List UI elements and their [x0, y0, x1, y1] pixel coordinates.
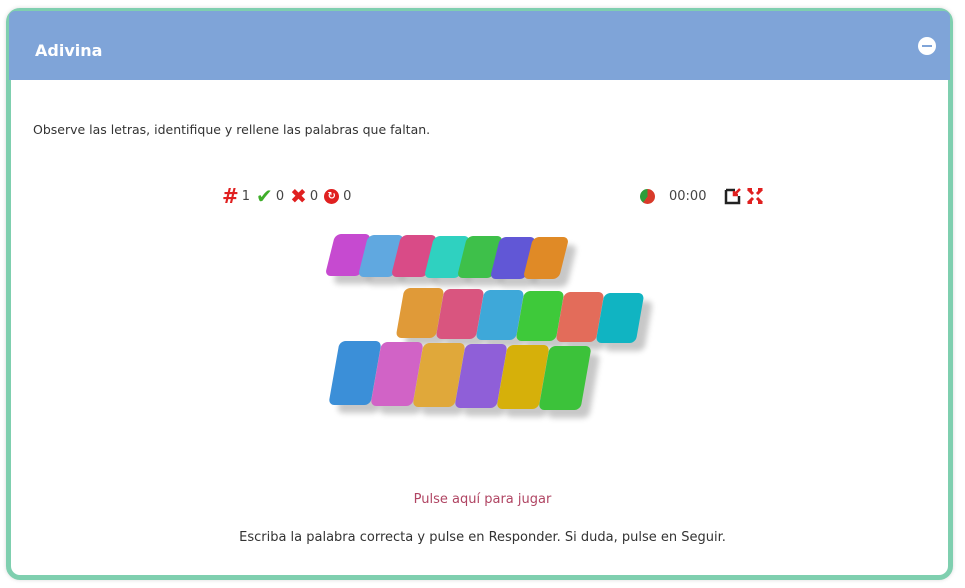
exit-fullscreen-icon[interactable]	[724, 187, 742, 205]
hash-icon: #	[222, 184, 239, 208]
letter-card	[595, 293, 645, 343]
timer-value: 00:00	[669, 188, 707, 204]
minus-circle-icon[interactable]	[918, 37, 936, 55]
instructions-text: Observe las letras, identifique y rellen…	[33, 122, 431, 137]
word-number: 1	[241, 188, 251, 204]
clock-icon	[640, 188, 655, 204]
cards-illustration	[320, 226, 650, 466]
panel-title: Adivina	[35, 41, 103, 60]
lives-count: 0	[343, 188, 352, 204]
timer-bar: 00:00	[640, 185, 764, 207]
panel-header: Adivina	[9, 11, 950, 80]
correct-count: 0	[275, 188, 285, 204]
life-icon: ↻	[324, 188, 340, 204]
fullscreen-icon[interactable]	[746, 187, 764, 205]
cross-icon: ✖	[290, 184, 307, 208]
footer-instructions: Escriba la palabra correcta y pulse en R…	[239, 530, 726, 545]
incorrect-count: 0	[309, 188, 319, 204]
checkmark-icon: ✔	[256, 184, 273, 208]
play-link[interactable]: Pulse aquí para jugar	[0, 492, 965, 507]
score-bar: # 1 ✔ 0 ✖ 0 ↻ 0	[222, 185, 357, 207]
